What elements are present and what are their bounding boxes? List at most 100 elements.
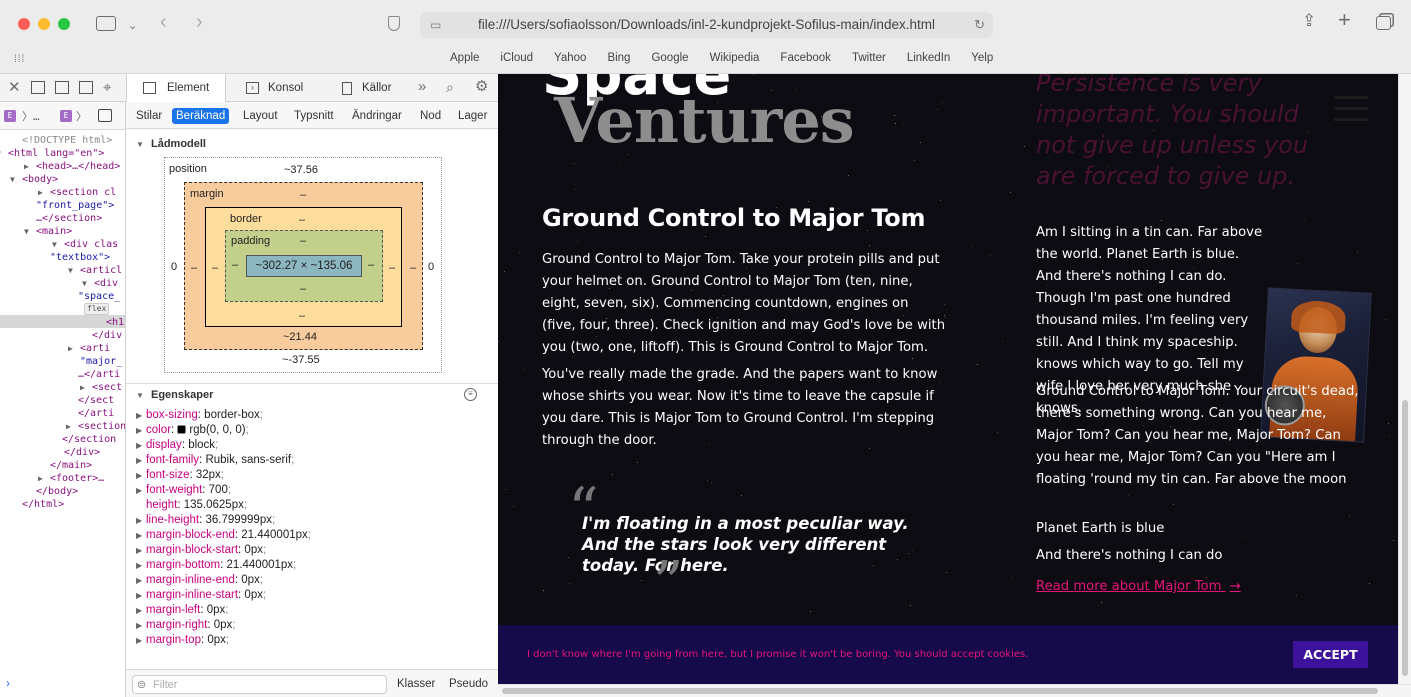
undock-icon[interactable] [79,81,93,94]
screenshot-icon[interactable] [98,109,112,122]
dom-node[interactable]: <footer>… [50,472,104,485]
dom-node[interactable]: …</section> [36,212,102,225]
subtab-2[interactable]: Beräknad [172,108,230,124]
console-prompt-icon[interactable]: › [6,676,10,690]
dom-node[interactable]: </html> [22,498,64,511]
subtab-5[interactable]: Ändringar [348,108,406,124]
grid-icon[interactable]: ⁞⁞⁞ [14,52,25,68]
minimize-window-button[interactable] [38,18,50,30]
dom-node[interactable]: "space_ [78,290,120,303]
breadcrumb-more[interactable]: 〉… [22,108,40,124]
dom-node[interactable]: <main> [36,225,72,238]
zoom-window-button[interactable] [58,18,70,30]
favorite-link[interactable]: Bing [607,52,630,66]
disclosure-triangle-icon[interactable]: ▼ [10,173,15,186]
filter-input[interactable]: ⊜ Filter [132,675,387,694]
new-tab-icon[interactable]: + [1338,9,1351,31]
disclosure-triangle-icon[interactable]: ▶ [136,468,146,483]
property-row[interactable]: ▶ margin-right: 0px; [136,618,236,633]
disclosure-triangle-icon[interactable]: ▼ [82,277,87,290]
disclosure-triangle-icon[interactable]: ▶ [136,483,146,498]
hamburger-menu-icon[interactable] [1334,96,1368,122]
property-row[interactable]: ▶ display: block; [136,438,218,453]
dock-side-icon[interactable] [55,81,69,94]
dom-node[interactable]: <articl [80,264,122,277]
dom-node[interactable]: <html lang="en"> [8,147,104,160]
dom-node[interactable]: <section cl [50,186,116,199]
disclosure-triangle-icon[interactable]: ▶ [136,453,146,468]
dock-bottom-icon[interactable] [31,81,45,94]
disclosure-triangle-icon[interactable]: ▶ [136,513,146,528]
property-row[interactable]: ▶ margin-top: 0px; [136,633,229,648]
property-row[interactable]: ▶ margin-inline-end: 0px; [136,573,263,588]
subtab-1[interactable]: Stilar [132,108,166,124]
back-icon[interactable]: ‹ [160,12,167,32]
favorite-link[interactable]: iCloud [500,52,533,66]
forward-icon[interactable]: › [196,12,203,32]
disclosure-triangle-icon[interactable]: ▶ [68,342,73,355]
favorite-link[interactable]: Yahoo [554,52,586,66]
favorite-link[interactable]: Facebook [780,52,831,66]
subtab-4[interactable]: Typsnitt [290,108,338,124]
favorite-link[interactable]: Twitter [852,52,886,66]
property-row[interactable]: ▶ margin-block-start: 0px; [136,543,266,558]
disclosure-triangle-icon[interactable]: ▶ [136,438,146,453]
dom-node[interactable]: "textbox"> [50,251,110,264]
subtab-7[interactable]: Lager [454,108,491,124]
dom-node[interactable]: </sect [78,394,114,407]
reload-icon[interactable]: ↻ [974,12,985,38]
scrollbar-thumb[interactable] [1402,400,1408,676]
scrollbar-thumb[interactable] [502,688,1378,694]
favorite-link[interactable]: Apple [450,52,479,66]
disclosure-triangle-icon[interactable]: ▶ [136,408,146,423]
close-icon[interactable]: ✕ [8,80,21,96]
dom-node[interactable]: </main> [50,459,92,472]
tab-element[interactable]: Element [126,74,226,102]
favorite-link[interactable]: Yelp [971,52,993,66]
dom-node[interactable]: <arti [80,342,110,355]
property-row[interactable]: ▶ color: rgb(0, 0, 0); [136,423,249,438]
dom-node[interactable]: …</arti [78,368,120,381]
disclosure-triangle-icon[interactable]: ▶ [136,528,146,543]
disclosure-triangle-icon[interactable]: ▶ [136,588,146,603]
disclosure-triangle-icon[interactable]: ▶ [136,543,146,558]
disclosure-triangle-icon[interactable]: ▶ [136,423,146,438]
dom-node[interactable]: flex [84,303,110,315]
dom-node[interactable]: <div [94,277,118,290]
share-icon[interactable]: ⇪ [1302,12,1316,29]
property-row[interactable]: ▶ margin-inline-start: 0px; [136,588,266,603]
dom-node[interactable]: "major_ [80,355,122,368]
page-horizontal-scrollbar[interactable] [498,684,1411,697]
dom-node[interactable]: </section [62,433,116,446]
disclosure-triangle-icon[interactable]: ▼ [52,238,57,251]
filter-options-icon[interactable]: ≡ [464,388,477,401]
properties-section-header[interactable]: ▼ Egenskaper [136,389,213,401]
gear-icon[interactable]: ⚙ [475,79,488,95]
dom-node[interactable]: <head>…</head> [36,160,120,173]
dom-node[interactable]: </div> [64,446,100,459]
disclosure-triangle-icon[interactable]: ▼ [24,225,29,238]
property-row[interactable]: ▶ font-weight: 700; [136,483,231,498]
accept-cookies-button[interactable]: ACCEPT [1293,641,1368,668]
property-row[interactable]: ▶ font-family: Rubik, sans-serif; [136,453,294,468]
dom-tree[interactable]: E 〉… E 〉 <!DOCTYPE html> ▼ <html lang="en"… [0,102,126,697]
pseudo-toggle[interactable]: Pseudo [449,678,488,690]
disclosure-triangle-icon[interactable]: ▶ [136,558,146,573]
close-window-button[interactable] [18,18,30,30]
property-row[interactable]: ▶ margin-block-end: 21.440001px; [136,528,311,543]
dom-node[interactable]: </body> [36,485,78,498]
page-vertical-scrollbar[interactable] [1398,74,1411,697]
tab-overview-icon[interactable] [1376,16,1391,30]
subtab-6[interactable]: Nod [416,108,445,124]
color-swatch[interactable] [177,425,187,434]
disclosure-triangle-icon[interactable]: ▼ [68,264,73,277]
dom-node[interactable]: </arti [78,407,114,420]
read-more-link[interactable]: Read more about Major Tom → [1036,579,1241,594]
search-icon[interactable]: ⌕ [446,79,454,95]
property-row[interactable]: ▶ margin-left: 0px; [136,603,228,618]
disclosure-triangle-icon[interactable]: ▶ [38,472,43,485]
property-row[interactable]: height: 135.0625px; [136,498,247,513]
dom-node[interactable]: </div [92,329,122,342]
subtab-3[interactable]: Layout [239,108,282,124]
disclosure-triangle-icon[interactable]: ▶ [136,573,146,588]
